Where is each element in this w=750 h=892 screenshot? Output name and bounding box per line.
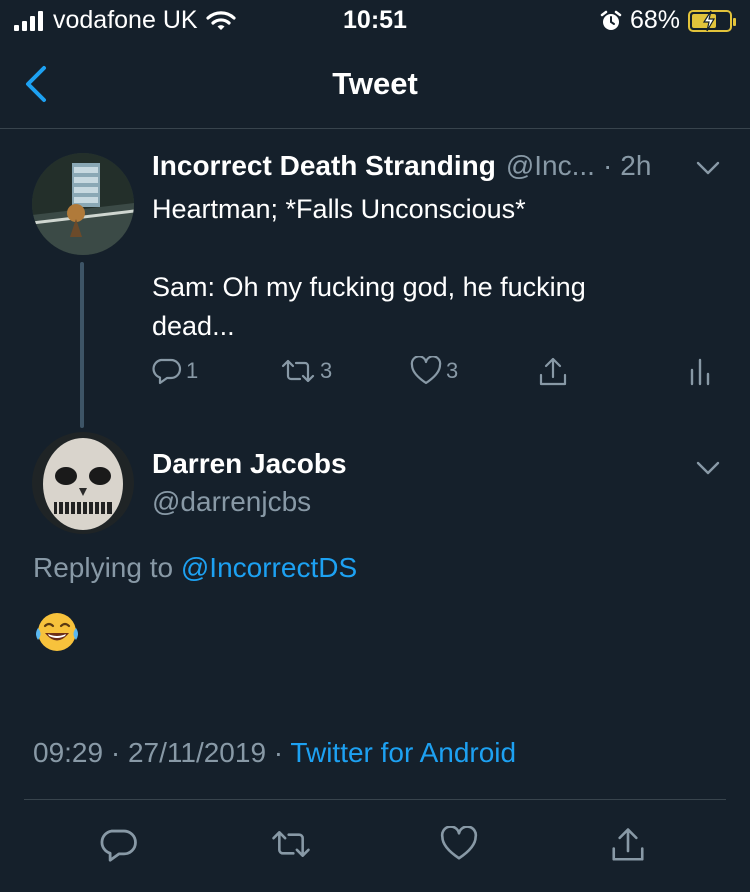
reply-count: 1: [186, 358, 199, 383]
nav-divider: [0, 128, 750, 129]
avatar[interactable]: [32, 432, 134, 534]
tweet-line: Heartman; *Falls Unconscious*: [152, 194, 526, 224]
tweet-date: 27/11/2019: [127, 737, 267, 768]
bottom-action-bar: [0, 800, 750, 892]
like-icon[interactable]: [440, 826, 478, 862]
like-count: 3: [446, 358, 459, 383]
author-name[interactable]: Incorrect Death Stranding: [152, 150, 496, 182]
share-icon[interactable]: [610, 826, 646, 864]
replying-to-handle[interactable]: @IncorrectDS: [181, 552, 357, 583]
header-separator: ·: [602, 150, 613, 181]
reply-button[interactable]: 1: [152, 356, 198, 386]
analytics-button[interactable]: [688, 356, 712, 386]
nav-bar: Tweet: [0, 40, 750, 128]
meta-separator: ·: [266, 737, 291, 768]
reply-icon[interactable]: [100, 826, 138, 864]
tweet-source[interactable]: Twitter for Android: [290, 737, 516, 768]
laughing-emoji: [34, 610, 80, 654]
share-button[interactable]: [538, 356, 568, 388]
retweet-icon: [281, 359, 315, 383]
tweet-meta: 09:29 · 27/11/2019 · Twitter for Android: [33, 737, 516, 769]
replying-prefix: Replying to: [33, 552, 174, 583]
author-handle[interactable]: @darrenjcbs: [152, 486, 311, 518]
tweet-actions: 1 3 3: [152, 356, 722, 392]
chevron-down-icon[interactable]: [696, 460, 720, 476]
tweet-time: 09:29: [33, 737, 104, 768]
status-bar: vodafone UK 10:51 68%: [0, 0, 750, 40]
tweet-text: Heartman; *Falls Unconscious* Sam: Oh my…: [152, 190, 712, 346]
like-button[interactable]: 3: [410, 356, 458, 386]
tweet-line: Sam: Oh my fucking god, he fucking: [152, 272, 586, 302]
thread-line: [80, 262, 84, 428]
analytics-icon: [690, 358, 710, 386]
alarm-icon: [600, 10, 622, 32]
retweet-count: 3: [320, 358, 333, 383]
meta-separator: ·: [103, 737, 128, 768]
page-title: Tweet: [332, 66, 418, 101]
share-icon: [539, 357, 567, 386]
tweet-line: dead...: [152, 311, 235, 341]
chevron-down-icon[interactable]: [696, 160, 720, 176]
reply-icon: [152, 358, 182, 385]
battery-percent: 68%: [629, 6, 680, 34]
battery-icon: [688, 9, 736, 32]
author-name[interactable]: Darren Jacobs: [152, 448, 347, 480]
tweet-line: [152, 229, 712, 268]
like-icon: [410, 356, 442, 385]
author-handle[interactable]: @Inc...: [506, 150, 595, 182]
tweet-age[interactable]: 2h: [620, 150, 651, 182]
tweet-header: Incorrect Death Stranding @Inc... · 2h: [152, 150, 651, 182]
avatar[interactable]: [32, 153, 134, 255]
retweet-button[interactable]: 3: [280, 356, 332, 386]
replying-to: Replying to @IncorrectDS: [33, 552, 357, 584]
status-right: 68%: [600, 6, 736, 35]
retweet-icon[interactable]: [270, 826, 312, 862]
